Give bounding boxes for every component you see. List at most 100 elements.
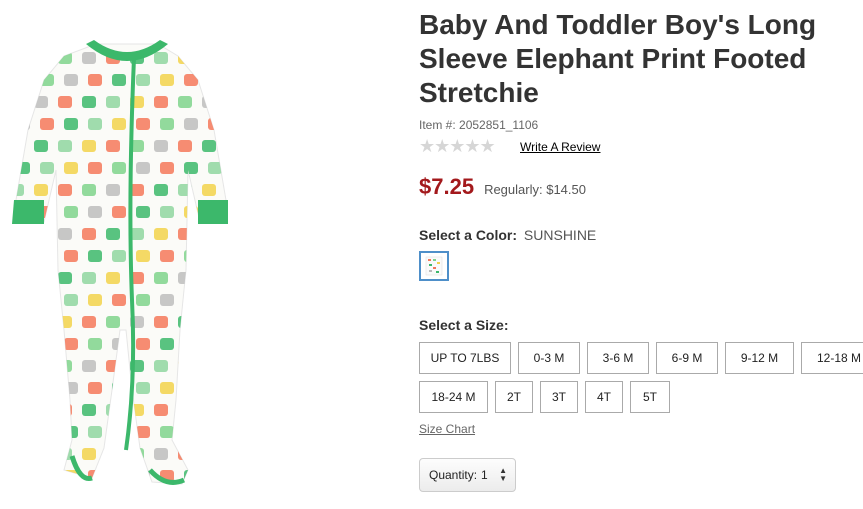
elephant-print-motif [40, 382, 54, 394]
elephant-print-motif [34, 140, 48, 152]
elephant-print-motif [112, 206, 126, 218]
elephant-print-motif [154, 360, 168, 372]
elephant-print-motif [106, 96, 120, 108]
elephant-print-motif [88, 338, 102, 350]
elephant-print-motif [16, 118, 30, 130]
elephant-print-motif [160, 206, 174, 218]
elephant-print-motif [14, 404, 24, 416]
elephant-print-motif [226, 316, 240, 328]
elephant-print-motif [160, 250, 174, 262]
elephant-print-motif [208, 338, 222, 350]
elephant-print-motif [184, 250, 198, 262]
title-line-1: Baby And Toddler Boy's Long [419, 9, 817, 40]
elephant-print-motif [88, 294, 102, 306]
elephant-print-motif [202, 360, 216, 372]
elephant-print-motif [16, 250, 30, 262]
item-number: Item #: 2052851_1106 [419, 118, 538, 132]
size-row-2: 18-24 M 2T 3T 4T 5T [419, 381, 677, 413]
elephant-print-motif [154, 52, 168, 64]
elephant-print-motif [178, 404, 192, 416]
elephant-print-motif [226, 272, 240, 284]
elephant-print-motif [178, 96, 192, 108]
elephant-print-motif [160, 294, 174, 306]
elephant-print-motif [82, 448, 96, 460]
size-option-9-12-m[interactable]: 9-12 M [725, 342, 794, 374]
elephant-print-motif [136, 162, 150, 174]
elephant-print-motif [58, 52, 72, 64]
size-option-0-3-m[interactable]: 0-3 M [518, 342, 580, 374]
elephant-print-motif [112, 74, 126, 86]
elephant-print-motif [106, 228, 120, 240]
write-review-link[interactable]: Write A Review [520, 140, 600, 154]
elephant-print-motif [82, 184, 96, 196]
elephant-print-motif [184, 470, 198, 482]
title-line-3: Stretchie [419, 77, 539, 108]
size-row-1: UP TO 7LBS 0-3 M 3-6 M 6-9 M 9-12 M 12-18 M [419, 342, 863, 374]
elephant-print-motif [14, 140, 24, 152]
elephant-print-motif [14, 316, 24, 328]
elephant-print-motif [82, 316, 96, 328]
size-chart-link[interactable]: Size Chart [419, 422, 475, 436]
color-swatch-sunshine[interactable] [419, 251, 449, 281]
color-label: Select a Color: [419, 227, 518, 243]
elephant-print-motif [88, 206, 102, 218]
elephant-print-motif [82, 272, 96, 284]
elephant-print-motif [184, 338, 198, 350]
elephant-print-motif [64, 206, 78, 218]
product-image[interactable] [0, 0, 410, 504]
elephant-print-motif [154, 140, 168, 152]
elephant-print-motif [106, 404, 120, 416]
elephant-print-motif [208, 426, 222, 438]
elephant-print-motif [106, 448, 120, 460]
quantity-select[interactable]: Quantity: 1 ▲ ▼ [419, 458, 516, 492]
size-option-4t[interactable]: 4T [585, 381, 623, 413]
elephant-print-motif [58, 184, 72, 196]
elephant-print-motif [184, 162, 198, 174]
elephant-print-motif [14, 272, 24, 284]
elephant-print-motif [34, 360, 48, 372]
elephant-print-motif [154, 228, 168, 240]
elephant-print-motif [16, 470, 30, 482]
size-option-3-6-m[interactable]: 3-6 M [587, 342, 649, 374]
elephant-print-motif [184, 382, 198, 394]
elephant-print-motif [82, 404, 96, 416]
size-option-up-to-7lbs[interactable]: UP TO 7LBS [419, 342, 511, 374]
elephant-print-motif [232, 470, 246, 482]
size-option-3t[interactable]: 3T [540, 381, 578, 413]
elephant-print-motif [14, 96, 24, 108]
elephant-print-motif [160, 74, 174, 86]
size-option-18-24-m[interactable]: 18-24 M [419, 381, 488, 413]
elephant-print-motif [34, 272, 48, 284]
elephant-print-motif [136, 338, 150, 350]
elephant-print-motif [202, 228, 216, 240]
elephant-print-motif [184, 294, 198, 306]
elephant-print-motif [82, 360, 96, 372]
elephant-print-motif [208, 250, 222, 262]
title-line-2: Sleeve Elephant Print Footed [419, 43, 807, 74]
size-option-5t[interactable]: 5T [630, 381, 670, 413]
elephant-print-motif [226, 360, 240, 372]
elephant-print-motif [178, 316, 192, 328]
elephant-print-motif [154, 316, 168, 328]
size-option-6-9-m[interactable]: 6-9 M [656, 342, 718, 374]
elephant-print-motif [64, 74, 78, 86]
elephant-print-motif [40, 470, 54, 482]
elephant-print-motif [154, 272, 168, 284]
elephant-print-motif [208, 74, 222, 86]
elephant-print-motif [232, 338, 246, 350]
elephant-print-motif [88, 426, 102, 438]
elephant-print-motif [232, 426, 246, 438]
elephant-print-motif [58, 448, 72, 460]
elephant-print-motif [160, 118, 174, 130]
size-option-12-18-m[interactable]: 12-18 M [801, 342, 863, 374]
elephant-print-motif [226, 184, 240, 196]
elephant-print-motif [88, 162, 102, 174]
color-value: SUNSHINE [523, 227, 597, 243]
elephant-print-motif [112, 382, 126, 394]
regular-price-label: Regularly: [484, 182, 543, 197]
elephant-print-motif [112, 294, 126, 306]
elephant-print-motif [34, 316, 48, 328]
elephant-print-motif [58, 360, 72, 372]
size-option-2t[interactable]: 2T [495, 381, 533, 413]
stretchie-illustration [12, 40, 246, 485]
